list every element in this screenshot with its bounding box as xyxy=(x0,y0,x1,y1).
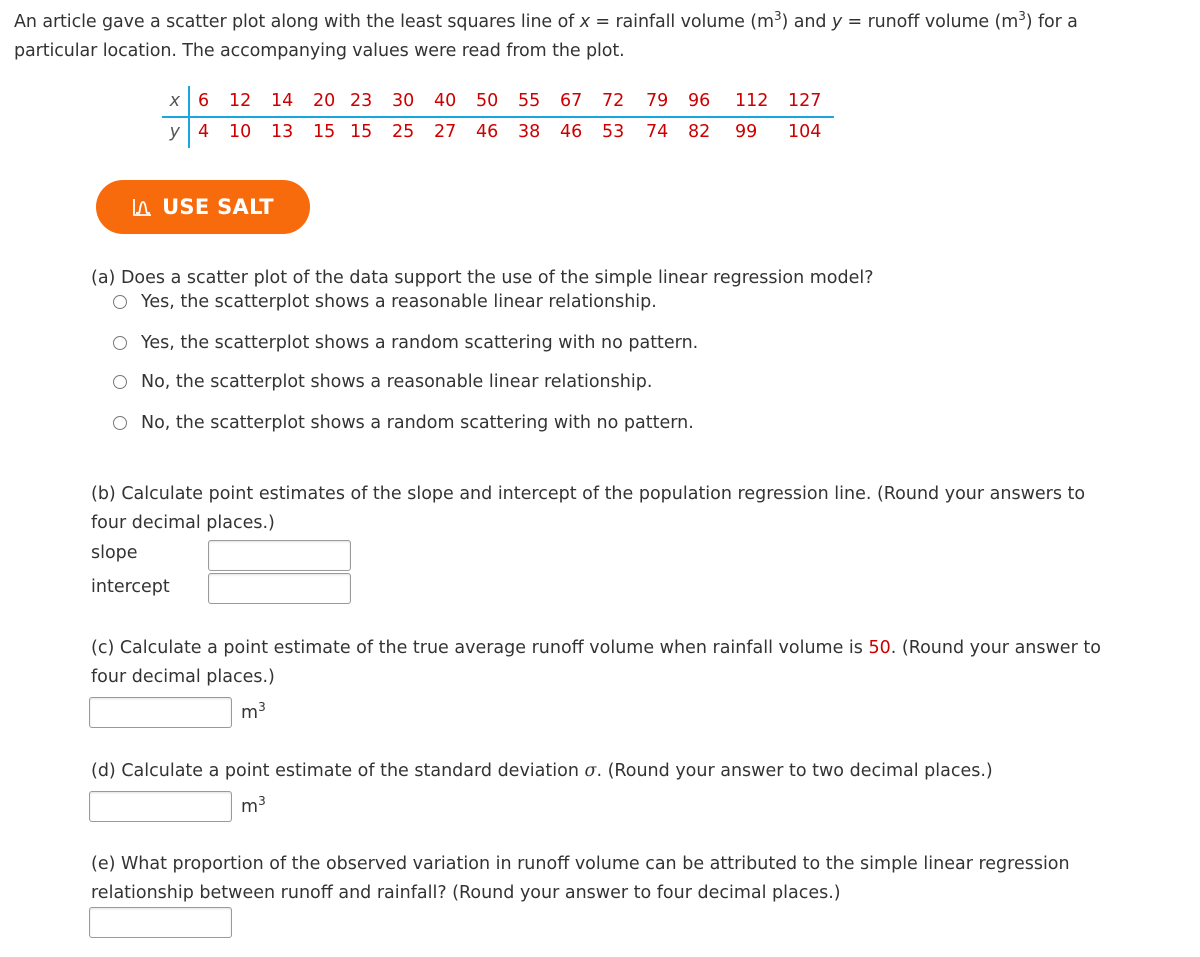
x-row-label: x xyxy=(162,86,190,117)
x-value-cell: 79 xyxy=(646,91,669,111)
radio-button[interactable] xyxy=(113,416,127,430)
option-label: No, the scatterplot shows a random scatt… xyxy=(141,413,694,433)
radio-button[interactable] xyxy=(113,375,127,389)
distribution-curve-icon xyxy=(133,199,152,216)
y-value-cell: 53 xyxy=(602,122,625,142)
question-text: four decimal places.) xyxy=(91,513,275,533)
unit-exponent: 3 xyxy=(258,794,266,809)
part-c-question: (c) Calculate a point estimate of the tr… xyxy=(91,634,1101,692)
x-value-cell: 6 xyxy=(198,91,210,111)
y-value-cell: 15 xyxy=(313,122,336,142)
y-value-cell: 99 xyxy=(735,122,758,142)
table-divider xyxy=(162,116,834,118)
use-salt-button[interactable]: USE SALT xyxy=(96,180,310,234)
question-text: . (Round your answer to xyxy=(890,638,1101,658)
unit-label: m3 xyxy=(241,794,266,817)
x-value-cell: 20 xyxy=(313,91,336,111)
y-value-cell: 27 xyxy=(434,122,457,142)
x-value-cell: 50 xyxy=(476,91,499,111)
std-dev-input[interactable] xyxy=(89,791,232,822)
unit-label: m3 xyxy=(241,700,266,723)
intro-text: An article gave a scatter plot along wit… xyxy=(14,12,580,32)
radio-button[interactable] xyxy=(113,295,127,309)
y-values: 4 10 13 15 15 25 27 46 38 46 53 74 82 99 104 xyxy=(190,117,828,148)
part-b-question: (b) Calculate point estimates of the slo… xyxy=(91,480,1085,538)
runoff-estimate-input[interactable] xyxy=(89,697,232,728)
y-row: y 4 10 13 15 15 25 27 46 38 46 53 74 82 99 104 xyxy=(162,117,828,148)
y-value-cell: 13 xyxy=(271,122,294,142)
unit-text: m xyxy=(241,703,259,723)
y-value-cell: 38 xyxy=(518,122,541,142)
intro-text: ) and xyxy=(781,12,832,32)
question-text: relationship between runoff and rainfall… xyxy=(91,883,841,903)
option-label: Yes, the scatterplot shows a random scat… xyxy=(141,333,699,353)
intro-text: = rainfall volume (m xyxy=(589,12,774,32)
question-text: (e) What proportion of the observed vari… xyxy=(91,854,1070,874)
y-value-cell: 74 xyxy=(646,122,669,142)
y-value-cell: 46 xyxy=(476,122,499,142)
y-row-label: y xyxy=(162,117,190,148)
x-value-cell: 127 xyxy=(788,91,822,111)
y-value-cell: 82 xyxy=(688,122,711,142)
slope-input[interactable] xyxy=(208,540,351,571)
y-value-cell: 15 xyxy=(350,122,373,142)
question-text: (b) Calculate point estimates of the slo… xyxy=(91,484,1086,504)
part-a-question: (a) Does a scatter plot of the data supp… xyxy=(91,268,874,288)
option-a2[interactable]: Yes, the scatterplot shows a random scat… xyxy=(113,333,698,353)
question-text: (d) Calculate a point estimate of the st… xyxy=(91,761,585,781)
option-a3[interactable]: No, the scatterplot shows a reasonable l… xyxy=(113,372,652,392)
part-d-question: (d) Calculate a point estimate of the st… xyxy=(91,757,993,786)
x-value-cell: 96 xyxy=(688,91,711,111)
option-label: No, the scatterplot shows a reasonable l… xyxy=(141,372,653,392)
radio-button[interactable] xyxy=(113,336,127,350)
x-value-cell: 67 xyxy=(560,91,583,111)
question-text: . (Round your answer to two decimal plac… xyxy=(596,761,993,781)
x-row: x 6 12 14 20 23 30 40 50 55 67 72 79 96 112 127 xyxy=(162,86,828,117)
x-value-cell: 23 xyxy=(350,91,373,111)
part-e-question: (e) What proportion of the observed vari… xyxy=(91,850,1070,908)
x-value-cell: 12 xyxy=(229,91,252,111)
x-value-cell: 55 xyxy=(518,91,541,111)
unit-exponent: 3 xyxy=(258,700,266,715)
sigma-symbol: σ xyxy=(584,761,597,781)
y-value-cell: 4 xyxy=(198,122,210,142)
intercept-input[interactable] xyxy=(208,573,351,604)
option-a4[interactable]: No, the scatterplot shows a random scatt… xyxy=(113,413,694,433)
rainfall-value: 50 xyxy=(868,638,891,658)
y-value-cell: 104 xyxy=(788,122,822,142)
use-salt-label: USE SALT xyxy=(162,195,274,219)
intro-text: ) for a xyxy=(1025,12,1078,32)
x-value-cell: 72 xyxy=(602,91,625,111)
option-a1[interactable]: Yes, the scatterplot shows a reasonable … xyxy=(113,292,657,312)
question-text: four decimal places.) xyxy=(91,667,275,687)
intro-text: particular location. The accompanying va… xyxy=(14,41,625,61)
question-text: (c) Calculate a point estimate of the tr… xyxy=(91,638,869,658)
x-variable: x xyxy=(579,12,590,32)
x-value-cell: 112 xyxy=(735,91,769,111)
slope-label: slope xyxy=(91,543,138,563)
x-values: 6 12 14 20 23 30 40 50 55 67 72 79 96 112 127 xyxy=(190,86,828,117)
x-value-cell: 30 xyxy=(392,91,415,111)
r-squared-input[interactable] xyxy=(89,907,232,938)
unit-text: m xyxy=(241,797,259,817)
exponent: 3 xyxy=(773,9,782,24)
intercept-label: intercept xyxy=(91,577,170,597)
y-value-cell: 46 xyxy=(560,122,583,142)
intro-text: = runoff volume (m xyxy=(842,12,1019,32)
problem-intro: An article gave a scatter plot along wit… xyxy=(14,8,1194,66)
y-value-cell: 25 xyxy=(392,122,415,142)
option-label: Yes, the scatterplot shows a reasonable … xyxy=(141,292,657,312)
y-variable: y xyxy=(831,12,843,32)
x-value-cell: 14 xyxy=(271,91,294,111)
exponent: 3 xyxy=(1018,9,1026,24)
y-value-cell: 10 xyxy=(229,122,252,142)
x-value-cell: 40 xyxy=(434,91,457,111)
data-table: x 6 12 14 20 23 30 40 50 55 67 72 79 96 112 127 y 4 10 1… xyxy=(162,86,834,148)
